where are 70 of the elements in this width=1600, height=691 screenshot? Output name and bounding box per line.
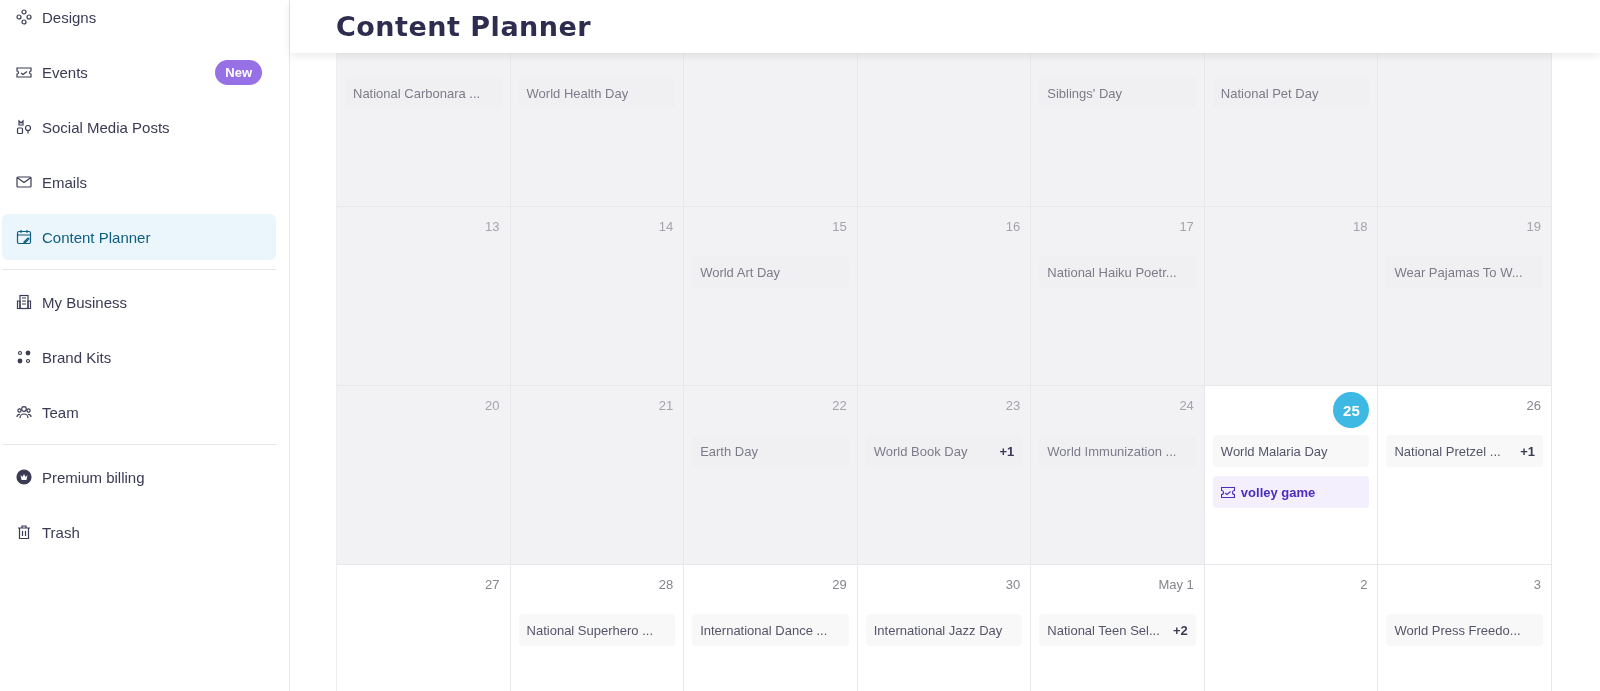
more-count: +2 bbox=[1173, 622, 1188, 638]
people-icon bbox=[16, 404, 32, 420]
dots-icon bbox=[16, 349, 32, 365]
calendar-icon bbox=[16, 229, 32, 245]
day-number: 15 bbox=[832, 218, 848, 234]
day-number: 27 bbox=[485, 576, 501, 592]
day-cell[interactable]: 15 World Art Day bbox=[684, 207, 858, 386]
holiday-chip[interactable]: World Press Freedo... bbox=[1386, 614, 1543, 646]
ticket-icon bbox=[16, 64, 32, 80]
day-number: 24 bbox=[1179, 397, 1195, 413]
day-cell[interactable] bbox=[1378, 53, 1552, 207]
ticket-icon bbox=[1220, 486, 1235, 498]
day-cell[interactable]: 19 Wear Pajamas To W... bbox=[1378, 207, 1552, 386]
sidebar-item[interactable]: Trash bbox=[2, 509, 276, 555]
sidebar-item[interactable]: Designs bbox=[2, 0, 276, 40]
day-number: 30 bbox=[1005, 576, 1022, 592]
day-number: 19 bbox=[1526, 218, 1542, 234]
day-number: 16 bbox=[1005, 218, 1022, 234]
day-number: 28 bbox=[658, 576, 675, 592]
day-cell[interactable]: 25 World Malaria Day volley game bbox=[1204, 386, 1379, 565]
day-cell[interactable]: National Carbonara ... bbox=[337, 53, 511, 207]
new-badge: New bbox=[215, 59, 262, 85]
day-cell[interactable]: 22 Earth Day bbox=[684, 386, 858, 565]
day-cell[interactable] bbox=[857, 53, 1032, 207]
day-number: 3 bbox=[1533, 576, 1542, 592]
day-cell[interactable]: 24 World Immunization ... bbox=[1031, 386, 1205, 565]
day-cell[interactable]: 26 National Pretzel ... +1 bbox=[1378, 386, 1552, 565]
sidebar-item[interactable]: My Business bbox=[2, 279, 276, 325]
day-number: 18 bbox=[1352, 218, 1369, 234]
day-number: 13 bbox=[485, 218, 501, 234]
holiday-chip[interactable]: World Malaria Day bbox=[1212, 435, 1370, 467]
crown-icon bbox=[16, 469, 32, 485]
sidebar-item[interactable]: Team bbox=[2, 389, 276, 435]
day-cell[interactable]: 23 World Book Day +1 bbox=[857, 386, 1032, 565]
more-count: +1 bbox=[1520, 443, 1535, 459]
day-number: 23 bbox=[1005, 397, 1022, 413]
sidebar-item[interactable]: Emails bbox=[2, 159, 276, 205]
social-icon bbox=[16, 119, 32, 135]
sidebar-item[interactable]: Content Planner bbox=[2, 214, 276, 260]
day-number: 26 bbox=[1526, 397, 1542, 413]
sidebar-item[interactable]: Brand Kits bbox=[2, 334, 276, 380]
day-cell[interactable]: 17 National Haiku Poetr... bbox=[1031, 207, 1205, 386]
page-title: Content Planner bbox=[336, 11, 592, 42]
day-number: 14 bbox=[658, 218, 675, 234]
day-number: 2 bbox=[1360, 576, 1369, 592]
day-number: May 1 bbox=[1158, 576, 1195, 592]
sidebar-item[interactable]: Events New bbox=[2, 49, 276, 95]
today-date: 25 bbox=[1333, 392, 1370, 428]
day-number: 17 bbox=[1179, 218, 1195, 234]
day-number: 20 bbox=[485, 397, 501, 413]
day-cell[interactable]: World Health Day bbox=[510, 53, 685, 207]
mail-icon bbox=[16, 174, 32, 190]
diamonds-icon bbox=[16, 9, 32, 25]
holiday-chip[interactable]: National Superhero ... bbox=[518, 614, 676, 646]
day-cell[interactable] bbox=[684, 53, 858, 207]
sidebar-item[interactable]: Social Media Posts bbox=[2, 104, 276, 150]
day-number: 29 bbox=[832, 576, 848, 592]
day-cell[interactable]: National Pet Day bbox=[1204, 53, 1379, 207]
day-number: 21 bbox=[658, 397, 675, 413]
event-chip[interactable]: volley game bbox=[1212, 476, 1370, 508]
holiday-chip[interactable]: International Jazz Day bbox=[865, 614, 1023, 646]
trash-icon bbox=[16, 524, 32, 540]
holiday-chip[interactable]: International Dance ... bbox=[692, 614, 849, 646]
day-number: 22 bbox=[832, 397, 848, 413]
more-count: +1 bbox=[999, 443, 1015, 459]
building-icon bbox=[16, 294, 32, 310]
sidebar-item[interactable]: Premium billing bbox=[2, 454, 276, 500]
holiday-chip[interactable]: National Pretzel ... +1 bbox=[1386, 435, 1543, 467]
holiday-chip[interactable]: National Teen Sel... +2 bbox=[1039, 614, 1196, 646]
day-cell[interactable]: Siblings' Day bbox=[1031, 53, 1205, 207]
